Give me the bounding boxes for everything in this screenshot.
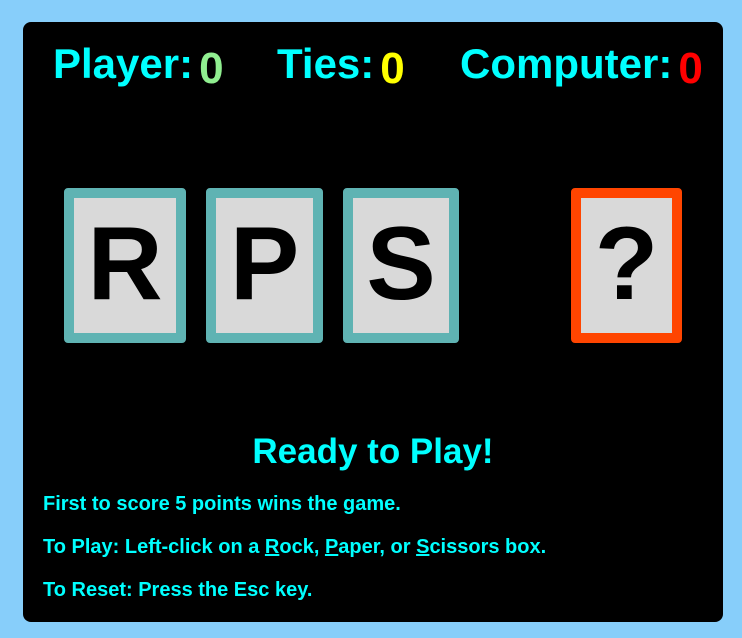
rock-hotkey: R bbox=[264, 536, 280, 558]
rule-text: First to score 5 points wins the game. bbox=[43, 493, 401, 515]
scissors-button[interactable]: S bbox=[343, 188, 459, 343]
computer-score-label: Computer: bbox=[460, 40, 673, 87]
player-score: Player: 0 bbox=[53, 40, 224, 91]
game-board: Player: 0 Ties: 0 Computer: 0 R P S ? Ready… bbox=[23, 22, 723, 622]
player-score-value: 0 bbox=[199, 44, 224, 93]
computer-choice-card: ? bbox=[571, 188, 682, 343]
reset-instructions: To Reset: Press the Esc key. bbox=[43, 579, 313, 601]
status-message: Ready to Play! bbox=[252, 432, 494, 471]
rock-button[interactable]: R bbox=[64, 188, 186, 343]
computer-score: Computer: 0 bbox=[460, 40, 703, 91]
computer-score-value: 0 bbox=[678, 44, 703, 93]
ties-score-value: 0 bbox=[380, 44, 405, 93]
scissors-hotkey: S bbox=[416, 536, 430, 558]
paper-button[interactable]: P bbox=[206, 188, 323, 343]
rock-word-rest: ock, bbox=[279, 536, 325, 558]
ties-score: Ties: 0 bbox=[277, 40, 405, 91]
player-score-label: Player: bbox=[53, 40, 194, 87]
scissors-word-rest: cissors box. bbox=[429, 536, 547, 558]
play-instructions-prefix: To Play: Left-click on a bbox=[43, 536, 265, 558]
ties-score-label: Ties: bbox=[277, 40, 375, 87]
play-instructions: To Play: Left-click on a Rock, Paper, or… bbox=[43, 536, 546, 559]
paper-hotkey: P bbox=[324, 536, 339, 558]
paper-word-rest: aper, or bbox=[338, 536, 417, 558]
